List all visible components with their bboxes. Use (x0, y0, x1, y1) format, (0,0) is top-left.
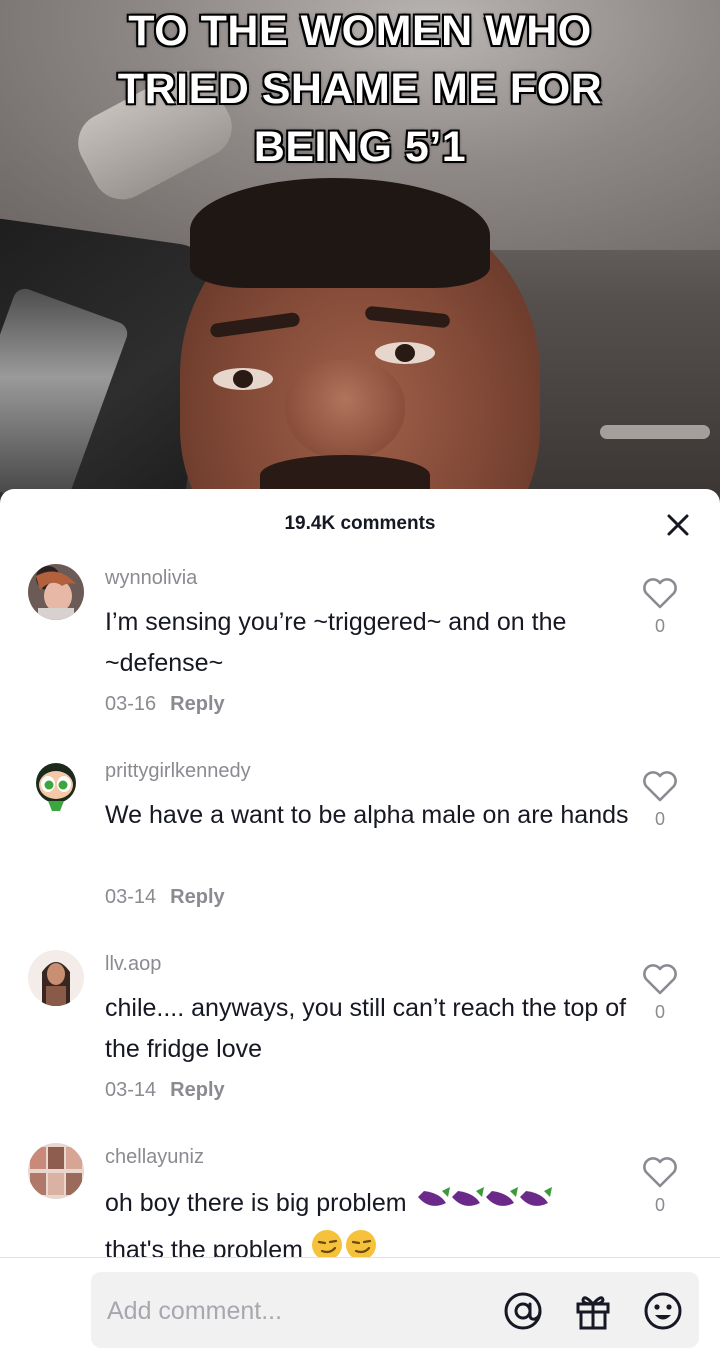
comments-sheet: 19.4K comments wynnolivia I’m sensing yo… (0, 489, 720, 1362)
comment-username[interactable]: llv.aop (105, 953, 161, 976)
emoji-icon[interactable] (642, 1290, 684, 1332)
avatar[interactable] (28, 564, 84, 620)
avatar[interactable] (28, 757, 84, 813)
like-count: 0 (654, 1002, 665, 1022)
right-eye (375, 342, 435, 364)
comment-item: chellayuniz oh boy there is big problem (0, 1143, 720, 1264)
comment-item: prittygirlkennedy We have a want to be a… (0, 757, 720, 917)
comment-meta: 03-16 Reply (105, 693, 225, 716)
avatar[interactable] (28, 1143, 84, 1199)
comment-text-part: oh boy there is big problem (105, 1189, 407, 1218)
caption-line: BEING 5’1 (253, 123, 467, 171)
reply-button[interactable]: Reply (170, 1079, 224, 1101)
eggplant-emoji (414, 1181, 552, 1228)
person-hair (190, 178, 490, 288)
comment-date: 03-14 (105, 1079, 157, 1101)
caption-line: TRIED SHAME ME FOR (117, 65, 603, 113)
comment-meta: 03-14 Reply (105, 1079, 225, 1102)
comment-meta: 03-14 Reply (105, 886, 225, 909)
comment-username[interactable]: wynnolivia (105, 567, 197, 590)
gift-icon[interactable] (572, 1290, 614, 1332)
comments-header: 19.4K comments (0, 489, 720, 559)
reply-button[interactable]: Reply (170, 693, 224, 715)
comment-date: 03-14 (105, 886, 157, 908)
dome-light (600, 425, 710, 439)
heart-icon[interactable] (640, 576, 680, 610)
comment-item: wynnolivia I’m sensing you’re ~triggered… (0, 564, 720, 724)
comment-count: 19.4K comments (284, 513, 436, 534)
caption-line: TO THE WOMEN WHO (128, 7, 592, 55)
comment-username[interactable]: chellayuniz (105, 1146, 204, 1169)
like-count: 0 (654, 616, 665, 636)
avatar[interactable] (28, 950, 84, 1006)
reply-button[interactable]: Reply (170, 886, 224, 908)
comment-item: llv.aop chile.... anyways, you still can… (0, 950, 720, 1110)
comment-username[interactable]: prittygirlkennedy (105, 760, 251, 783)
comment-input[interactable] (105, 1272, 489, 1350)
like-count: 0 (654, 809, 665, 829)
comment-composer (0, 1258, 720, 1362)
like-count: 0 (654, 1195, 665, 1215)
comment-date: 03-16 (105, 693, 157, 715)
left-eye (213, 368, 273, 390)
at-icon[interactable] (502, 1290, 544, 1332)
heart-icon[interactable] (640, 962, 680, 996)
heart-icon[interactable] (640, 1155, 680, 1189)
close-icon[interactable] (660, 507, 696, 543)
comment-text: chile.... anyways, you still can’t reach… (105, 994, 627, 1063)
heart-icon[interactable] (640, 769, 680, 803)
comment-text: I’m sensing you’re ~triggered~ and on th… (105, 608, 567, 677)
comment-text: We have a want to be alpha male on are h… (105, 801, 629, 829)
video-player[interactable]: TO THE WOMEN WHO TRIED SHAME ME FOR BEIN… (0, 0, 720, 500)
comment-input-container (91, 1272, 699, 1350)
video-caption: TO THE WOMEN WHO TRIED SHAME ME FOR BEIN… (0, 2, 720, 176)
person-nose (285, 360, 405, 460)
